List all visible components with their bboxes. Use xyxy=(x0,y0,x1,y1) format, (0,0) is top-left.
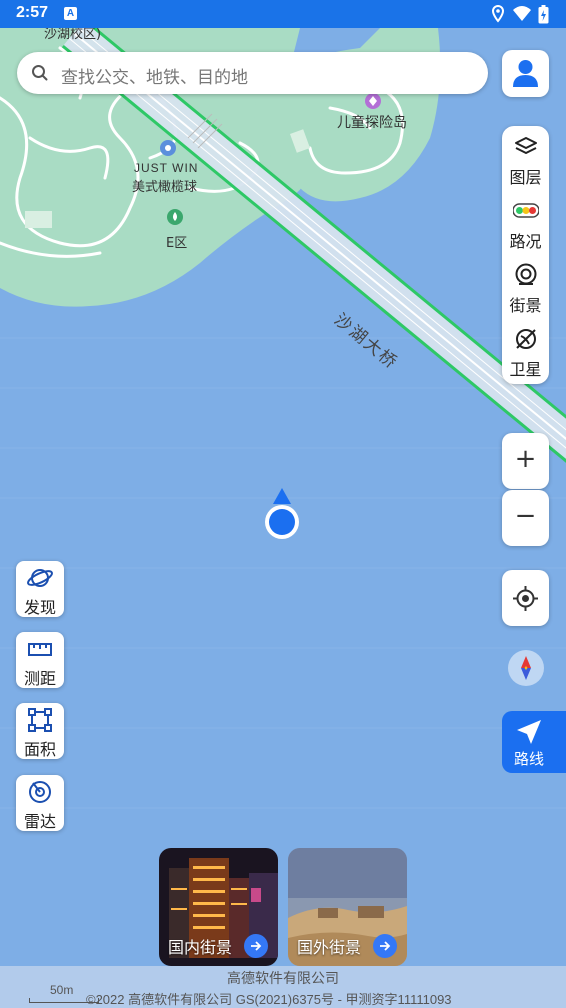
domestic-street-view-label: 国内街景 xyxy=(168,938,233,957)
discover-label: 发现 xyxy=(23,598,56,617)
map-footer: 高德软件有限公司 50m ©2022 高德软件有限公司 GS(2021)6375… xyxy=(0,966,566,1008)
route-label: 路线 xyxy=(513,750,544,768)
measure-area-label: 面积 xyxy=(23,740,56,759)
zoom-in-button[interactable]: + xyxy=(502,433,549,489)
arrow-right-icon xyxy=(251,941,262,951)
search-bar[interactable]: 查找公交、地铁、目的地 xyxy=(17,52,488,94)
traffic-label: 路况 xyxy=(509,232,542,251)
wifi-icon xyxy=(513,6,531,21)
search-icon xyxy=(32,65,48,81)
map-layer-panel: 图层 路况 街景 卫星 xyxy=(502,126,549,384)
satellite-button[interactable]: 卫星 xyxy=(502,320,549,382)
compass-icon xyxy=(521,656,531,680)
street-view-icon xyxy=(515,263,537,285)
discover-button[interactable]: 发现 xyxy=(16,561,64,617)
scale-label: 50m xyxy=(50,983,74,997)
area-icon xyxy=(28,708,52,732)
battery-charging-icon xyxy=(538,5,549,24)
status-bar: 2:57 A xyxy=(0,0,566,28)
radar-icon xyxy=(29,781,51,803)
compass-button[interactable] xyxy=(508,650,544,686)
radar-button[interactable]: 雷达 xyxy=(16,775,64,831)
location-icon xyxy=(491,5,505,23)
profile-button[interactable] xyxy=(502,50,549,97)
search-placeholder[interactable]: 查找公交、地铁、目的地 xyxy=(61,63,248,88)
copyright-label: ©2022 高德软件有限公司 GS(2021)6375号 - 甲测资字11111… xyxy=(86,992,452,1007)
park-zone-poi-icon xyxy=(167,209,183,225)
navigation-arrow-icon xyxy=(517,720,541,744)
notification-icon: A xyxy=(64,7,77,20)
arrow-right-icon xyxy=(380,941,391,951)
measure-distance-label: 测距 xyxy=(23,669,56,688)
go-arrow-button[interactable] xyxy=(244,934,268,958)
overseas-street-view-label: 国外街景 xyxy=(297,938,362,957)
layers-button[interactable]: 图层 xyxy=(502,128,549,190)
poi-rugby-en-label: JUST WIN xyxy=(134,161,199,175)
layers-icon xyxy=(515,137,537,154)
street-view-label: 街景 xyxy=(509,296,542,315)
overseas-street-view-card[interactable]: 国外街景 xyxy=(288,848,407,966)
route-button[interactable]: 路线 xyxy=(502,711,566,773)
crosshair-icon xyxy=(513,586,538,611)
ruler-icon xyxy=(28,643,52,656)
traffic-light-icon xyxy=(513,203,539,218)
company-label: 高德软件有限公司 xyxy=(227,971,339,987)
planet-icon xyxy=(27,569,53,587)
street-view-button[interactable]: 街景 xyxy=(502,256,549,318)
satellite-label: 卫星 xyxy=(509,360,542,379)
measure-distance-button[interactable]: 测距 xyxy=(16,632,64,688)
go-arrow-button[interactable] xyxy=(373,934,397,958)
district-label: 沙湖校区) xyxy=(44,28,102,42)
minus-icon: − xyxy=(514,501,537,531)
measure-area-button[interactable]: 面积 xyxy=(16,703,64,759)
plus-icon: + xyxy=(514,444,537,474)
user-avatar-icon xyxy=(513,60,538,87)
poi-zone-label: E区 xyxy=(166,236,188,251)
current-location-marker xyxy=(265,488,299,539)
layers-label: 图层 xyxy=(509,168,542,187)
rugby-poi-icon xyxy=(160,140,176,156)
status-time: 2:57 xyxy=(16,4,49,21)
kids-park-poi-icon xyxy=(365,93,381,109)
map-canvas[interactable]: 沙湖校区) 儿童探险岛 JUST WIN 美式橄榄球 E区 沙湖大桥 xyxy=(0,28,566,968)
traffic-button[interactable]: 路况 xyxy=(502,192,549,254)
poi-rugby-cn-label: 美式橄榄球 xyxy=(132,180,198,195)
locate-me-button[interactable] xyxy=(502,570,549,626)
radar-label: 雷达 xyxy=(23,812,56,831)
domestic-street-view-card[interactable]: 国内街景 xyxy=(159,848,278,966)
poi-kids-label: 儿童探险岛 xyxy=(337,115,407,131)
zoom-out-button[interactable]: − xyxy=(502,490,549,546)
satellite-icon xyxy=(516,329,536,349)
